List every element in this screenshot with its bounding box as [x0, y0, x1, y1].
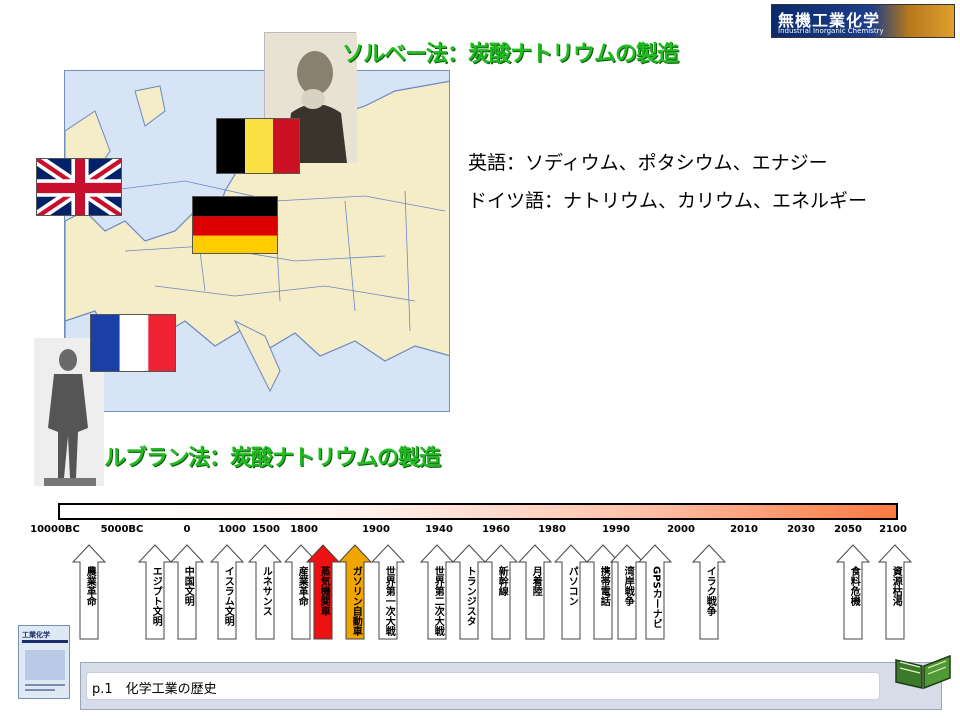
timeline-event: 蒸気機関車: [306, 544, 340, 640]
event-label: 世界第一次大戦: [383, 566, 395, 636]
timeline-event: イスラム文明: [210, 544, 244, 640]
tick-label: 2100: [879, 524, 907, 535]
event-label: 月着陸: [530, 566, 542, 596]
timeline-event: パソコン: [554, 544, 588, 640]
timeline-event: 資源枯渇: [878, 544, 912, 640]
english-terms: 英語：ソディウム、ポタシウム、エナジー: [468, 152, 828, 174]
timeline-event: 世界第二次大戦: [420, 544, 454, 640]
event-label: 中国文明: [182, 566, 194, 606]
uk-flag: [36, 158, 122, 216]
tick-label: 1500: [252, 524, 280, 535]
event-label: ガソリン自動車: [350, 566, 362, 636]
timeline-event: 中国文明: [170, 544, 204, 640]
tick-label: 1960: [482, 524, 510, 535]
leblanc-process-title: ルブラン法：炭酸ナトリウムの製造: [104, 446, 441, 471]
tick-label: 1000: [218, 524, 246, 535]
tick-label: 1980: [538, 524, 566, 535]
tick-label: 1990: [602, 524, 630, 535]
france-flag: [90, 314, 176, 372]
event-label: 蒸気機関車: [318, 566, 330, 616]
belgium-flag: [216, 118, 300, 174]
tick-label: 2010: [730, 524, 758, 535]
timeline-event: 世界第一次大戦: [371, 544, 405, 640]
event-label: イスラム文明: [222, 566, 234, 626]
timeline-event: 農業革命: [72, 544, 106, 640]
event-label: ルネサンス: [260, 566, 272, 616]
tick-label: 2050: [834, 524, 862, 535]
tick-label: 2030: [787, 524, 815, 535]
tick-label: 1940: [425, 524, 453, 535]
timeline-event: ガソリン自動車: [338, 544, 372, 640]
tick-label: 1800: [290, 524, 318, 535]
tick-label: 0: [183, 524, 191, 535]
timeline-event: 新幹線: [484, 544, 518, 640]
timeline-event: トランジスタ: [452, 544, 486, 640]
page-caption: p.1 化学工業の歴史: [92, 682, 217, 697]
timeline-event: イラク戦争: [692, 544, 726, 640]
event-label: 食料危機: [848, 566, 860, 606]
event-label: 農業革命: [84, 566, 96, 606]
event-label: 資源枯渇: [890, 566, 902, 606]
event-label: 新幹線: [496, 566, 508, 596]
event-label: 世界第二次大戦: [432, 566, 444, 636]
solvay-process-title: ソルベー法：炭酸ナトリウムの製造: [342, 42, 679, 67]
german-terms: ドイツ語：ナトリウム、カリウム、エネルギー: [468, 190, 868, 212]
timeline-event: 食料危機: [836, 544, 870, 640]
germany-flag: [192, 196, 278, 254]
open-book-icon: [892, 646, 954, 690]
event-label: エジプト文明: [150, 566, 162, 626]
tick-label: 5000BC: [100, 524, 144, 535]
logo: 無機工業化学 Industrial Inorganic Chemistry: [771, 4, 955, 38]
event-label: GPSカーナビ: [650, 566, 662, 629]
tick-label: 2000: [667, 524, 695, 535]
tick-label: 1900: [362, 524, 390, 535]
timeline-bar: [58, 503, 898, 520]
logo-subtitle: Industrial Inorganic Chemistry: [778, 27, 884, 35]
timeline-event: 月着陸: [518, 544, 552, 640]
event-label: パソコン: [566, 566, 578, 606]
timeline-event: ルネサンス: [248, 544, 282, 640]
timeline-event: GPSカーナビ: [638, 544, 672, 640]
event-label: トランジスタ: [464, 566, 476, 626]
timeline-event: エジプト文明: [138, 544, 172, 640]
tick-label: 10000BC: [30, 524, 80, 535]
event-label: イラク戦争: [704, 566, 716, 616]
book-cover-thumbnail: 工業化学: [18, 625, 70, 699]
